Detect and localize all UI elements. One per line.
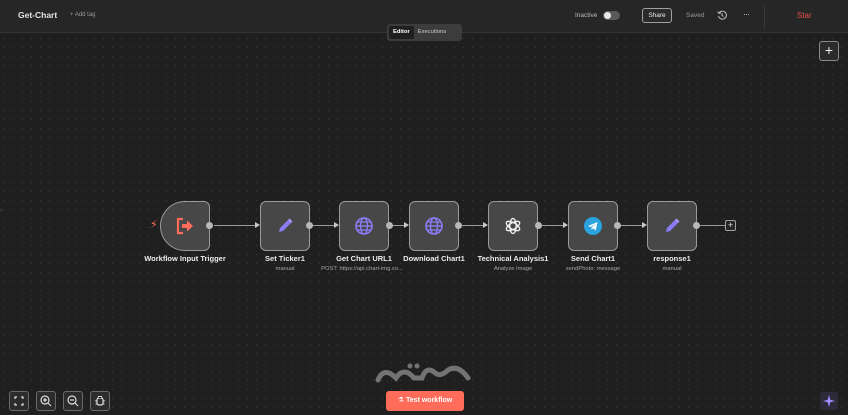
node-response1[interactable] bbox=[647, 201, 697, 251]
node-label: Send Chart1 bbox=[570, 254, 616, 263]
node-subtitle: POST: https://api.chart-img.co... bbox=[321, 266, 403, 272]
share-button[interactable]: Share bbox=[642, 8, 672, 23]
output-handle[interactable] bbox=[614, 222, 621, 229]
flask-icon: ⚗ bbox=[397, 397, 407, 404]
editor-tabs: Editor Executions bbox=[387, 24, 462, 41]
fullscreen-icon bbox=[14, 396, 24, 406]
node-subtitle: manual bbox=[275, 266, 295, 272]
tab-executions[interactable]: Executions bbox=[414, 26, 450, 39]
output-handle[interactable] bbox=[386, 222, 393, 229]
node-subtitle: manual bbox=[662, 266, 682, 272]
node-send-chart1[interactable] bbox=[568, 201, 618, 251]
sparkle-icon bbox=[823, 395, 835, 407]
globe-icon bbox=[355, 217, 373, 235]
node-label: Technical Analysis1 bbox=[477, 254, 549, 263]
app-window: { "header": { "workflow_name": "Get-Char… bbox=[0, 0, 848, 415]
output-handle[interactable] bbox=[693, 222, 700, 229]
fit-view-button[interactable] bbox=[9, 391, 29, 411]
ask-ai-button[interactable] bbox=[820, 392, 838, 410]
connection-line bbox=[621, 225, 643, 226]
zoom-in-button[interactable] bbox=[36, 391, 56, 411]
active-toggle[interactable] bbox=[603, 11, 620, 20]
add-tag-link[interactable]: + Add tag bbox=[70, 12, 96, 18]
zoom-out-icon bbox=[67, 395, 79, 407]
test-workflow-label: Test workflow bbox=[406, 397, 453, 404]
test-workflow-button[interactable]: ⚗ Test workflow bbox=[386, 391, 464, 411]
tab-editor[interactable]: Editor bbox=[389, 26, 414, 39]
node-label: Get Chart URL1 bbox=[336, 254, 392, 263]
zoom-out-button[interactable] bbox=[63, 391, 83, 411]
history-icon[interactable] bbox=[716, 9, 728, 21]
saved-status: Saved bbox=[686, 12, 705, 19]
node-technical-analysis1[interactable] bbox=[488, 201, 538, 251]
toggle-knob bbox=[604, 12, 611, 19]
trigger-bolt-icon: ⚡ bbox=[150, 219, 158, 231]
node-get-chart-url1[interactable] bbox=[339, 201, 389, 251]
header-divider bbox=[764, 5, 765, 28]
pencil-icon bbox=[666, 218, 680, 232]
output-handle[interactable] bbox=[306, 222, 313, 229]
workflow-name[interactable]: Get-Chart bbox=[18, 10, 57, 20]
node-label: Workflow Input Trigger bbox=[144, 254, 226, 263]
openai-icon bbox=[505, 217, 521, 235]
node-label: response1 bbox=[653, 254, 691, 263]
more-options-icon[interactable]: ··· bbox=[740, 9, 752, 21]
output-handle[interactable] bbox=[206, 222, 213, 229]
globe-icon bbox=[425, 217, 443, 235]
tidy-up-button[interactable] bbox=[90, 391, 110, 411]
node-set-ticker1[interactable] bbox=[260, 201, 310, 251]
node-label: Set Ticker1 bbox=[265, 254, 305, 263]
node-download-chart1[interactable] bbox=[409, 201, 459, 251]
connection-line bbox=[700, 225, 725, 226]
connection-line bbox=[542, 225, 564, 226]
output-handle[interactable] bbox=[455, 222, 462, 229]
sign-in-icon bbox=[176, 217, 193, 235]
node-label: Download Chart1 bbox=[403, 254, 465, 263]
add-next-node-button[interactable]: + bbox=[725, 220, 736, 231]
node-subtitle: sendPhoto: message bbox=[565, 266, 621, 272]
left-edge-handle[interactable]: ‹ bbox=[0, 205, 4, 225]
node-workflow-input-trigger[interactable] bbox=[160, 201, 210, 251]
output-handle[interactable] bbox=[535, 222, 542, 229]
connection-line bbox=[214, 225, 256, 226]
node-subtitle: Analyze Image bbox=[493, 266, 533, 272]
star-button[interactable]: Star bbox=[797, 11, 812, 20]
telegram-icon bbox=[584, 217, 602, 235]
pencil-icon bbox=[279, 218, 293, 232]
zoom-in-icon bbox=[40, 395, 52, 407]
bug-icon bbox=[95, 396, 105, 406]
active-status-label: Inactive bbox=[575, 12, 598, 19]
connection-line bbox=[313, 225, 335, 226]
add-node-button[interactable]: + bbox=[819, 41, 839, 61]
connection-line bbox=[462, 225, 484, 226]
